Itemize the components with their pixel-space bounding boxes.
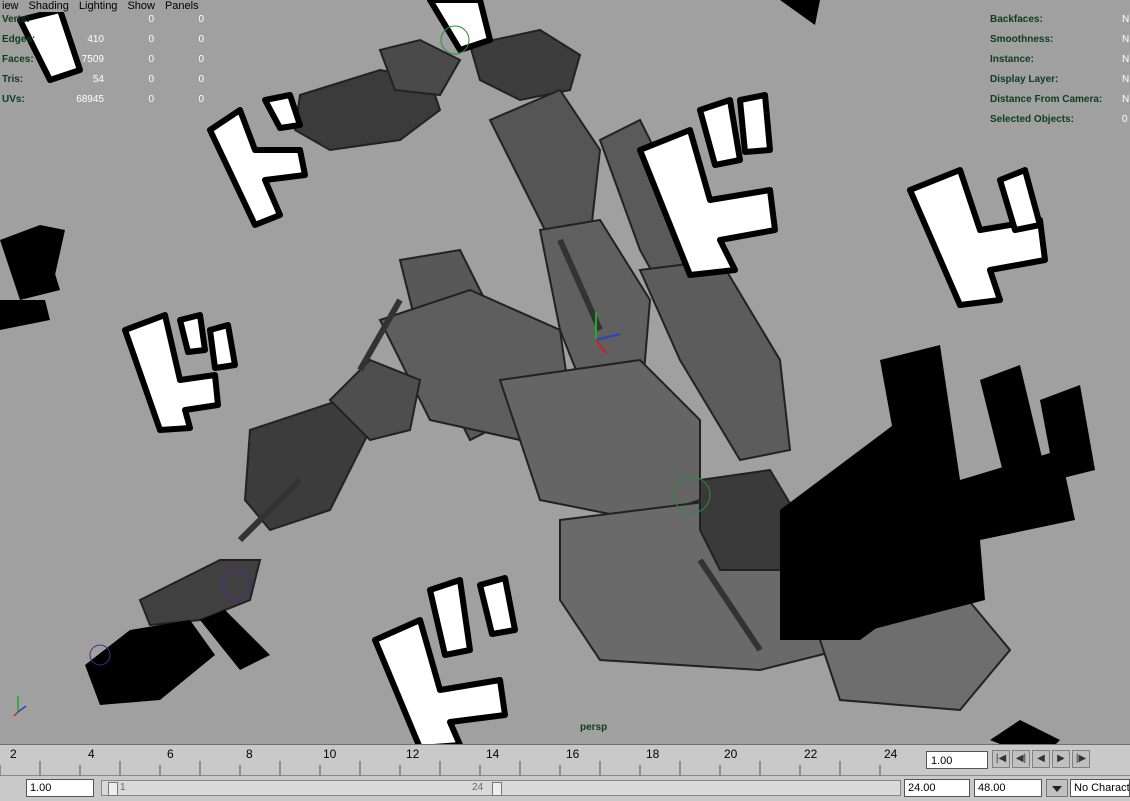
viewport[interactable]: iew Shading Lighting Show Panels Verts: … xyxy=(0,0,1130,744)
hud-label: Instance: xyxy=(990,54,1034,65)
range-slider-end-label: 24 xyxy=(472,782,484,793)
tick-label: 14 xyxy=(486,747,500,761)
tick-label: 20 xyxy=(724,747,738,761)
time-slider[interactable]: 2 4 6 8 10 12 14 16 18 20 22 24 1.00 |◀ … xyxy=(0,744,1130,775)
character-set-dropdown[interactable] xyxy=(1046,779,1068,797)
hud-value: 0 xyxy=(1122,114,1128,125)
hud-row-verts: Verts: 0 0 xyxy=(2,14,204,34)
hud-value: 0 xyxy=(148,54,154,65)
play-backward-icon[interactable]: ◀ xyxy=(1032,750,1050,768)
hud-value: 0 xyxy=(148,34,154,45)
tick-label: 12 xyxy=(406,747,420,761)
tick-label: 18 xyxy=(646,747,660,761)
hud-value xyxy=(48,14,104,34)
viewport-menubar: iew Shading Lighting Show Panels xyxy=(0,0,199,12)
hud-value: 0 xyxy=(148,74,154,85)
hud-label: Distance From Camera: xyxy=(990,94,1103,105)
hud-row-distance: Distance From Camera: N xyxy=(990,94,1129,114)
hud-row-backfaces: Backfaces: N xyxy=(990,14,1129,34)
hud-value: N xyxy=(1122,74,1130,85)
hud-value: 7509 xyxy=(81,54,104,65)
hud-value: 0 xyxy=(148,14,154,25)
menu-panels[interactable]: Panels xyxy=(165,0,199,12)
menu-lighting[interactable]: Lighting xyxy=(79,0,118,12)
hud-row-display-layer: Display Layer: N xyxy=(990,74,1129,94)
range-end-handle[interactable] xyxy=(492,782,502,796)
axis-gizmo-icon xyxy=(13,696,27,717)
hud-row-uvs: UVs: 68945 0 0 xyxy=(2,94,204,114)
camera-name: persp xyxy=(580,722,608,733)
hud-value: 54 xyxy=(92,74,104,85)
current-frame-field[interactable]: 1.00 xyxy=(926,751,988,769)
hud-label: Tris: xyxy=(2,74,24,85)
hud-row-smoothness: Smoothness: N xyxy=(990,34,1129,54)
tick-label: 10 xyxy=(323,747,337,761)
tick-label: 8 xyxy=(246,747,253,761)
hud-label: Edges: xyxy=(2,34,36,45)
range-slider-bar: 1.00 1 24 24.00 48.00 No Character xyxy=(0,775,1130,801)
hud-label: UVs: xyxy=(2,94,25,105)
hud-value: 68945 xyxy=(76,94,104,105)
anim-end-field[interactable]: 48.00 xyxy=(974,779,1042,797)
menu-view[interactable]: iew xyxy=(2,0,19,12)
range-start-handle[interactable] xyxy=(108,782,118,796)
hud-label: Display Layer: xyxy=(990,74,1059,85)
chevron-down-icon xyxy=(1052,786,1062,792)
hud-value: 0 xyxy=(198,34,204,45)
playback-controls: |◀ ◀| ◀ ▶ |▶ xyxy=(992,750,1090,768)
timeline-ticks xyxy=(0,761,881,775)
object-details-hud: Backfaces: N Smoothness: N Instance: N Disp… xyxy=(990,14,1129,134)
character-set-field[interactable]: No Character xyxy=(1070,779,1130,797)
menu-shading[interactable]: Shading xyxy=(29,0,69,12)
hud-label: Faces: xyxy=(2,54,34,65)
hud-row-edges: Edges: 410 0 0 xyxy=(2,34,204,54)
hud-row-instance: Instance: N xyxy=(990,54,1129,74)
go-to-start-icon[interactable]: |◀ xyxy=(992,750,1010,768)
hud-value: 0 xyxy=(198,74,204,85)
hud-value: N xyxy=(1122,54,1130,65)
hud-value: 0 xyxy=(198,94,204,105)
hud-value: N xyxy=(1122,14,1130,25)
tick-label: 24 xyxy=(884,747,898,761)
tick-label: 22 xyxy=(804,747,818,761)
hud-row-selected: Selected Objects: 0 xyxy=(990,114,1128,134)
menu-show[interactable]: Show xyxy=(127,0,155,12)
hud-value: 0 xyxy=(198,14,204,25)
play-forward-icon[interactable]: ▶ xyxy=(1052,750,1070,768)
hud-label: Selected Objects: xyxy=(990,114,1074,125)
range-slider[interactable]: 1 24 xyxy=(101,780,901,796)
hud-value: 0 xyxy=(198,54,204,65)
hud-row-faces: Faces: 7509 0 0 xyxy=(2,54,204,74)
hud-value: N xyxy=(1122,94,1130,105)
hud-value: 0 xyxy=(148,94,154,105)
step-forward-icon[interactable]: |▶ xyxy=(1072,750,1090,768)
hud-label: Smoothness: xyxy=(990,34,1054,45)
hud-row-tris: Tris: 54 0 0 xyxy=(2,74,204,94)
hud-label: Verts: xyxy=(2,14,30,25)
tick-label: 6 xyxy=(167,747,174,761)
tick-label: 4 xyxy=(88,747,95,761)
hud-value: 410 xyxy=(87,34,104,45)
range-slider-start-label: 1 xyxy=(120,782,126,793)
tick-label: 2 xyxy=(10,747,17,761)
poly-count-hud: Verts: 0 0 Edges: 410 0 0 Faces: 7509 0 … xyxy=(2,14,204,114)
hud-label: Backfaces: xyxy=(990,14,1043,25)
hud-value: N xyxy=(1122,34,1130,45)
start-time-field[interactable]: 1.00 xyxy=(26,779,94,797)
end-time-field[interactable]: 24.00 xyxy=(904,779,970,797)
step-back-icon[interactable]: ◀| xyxy=(1012,750,1030,768)
tick-label: 16 xyxy=(566,747,580,761)
